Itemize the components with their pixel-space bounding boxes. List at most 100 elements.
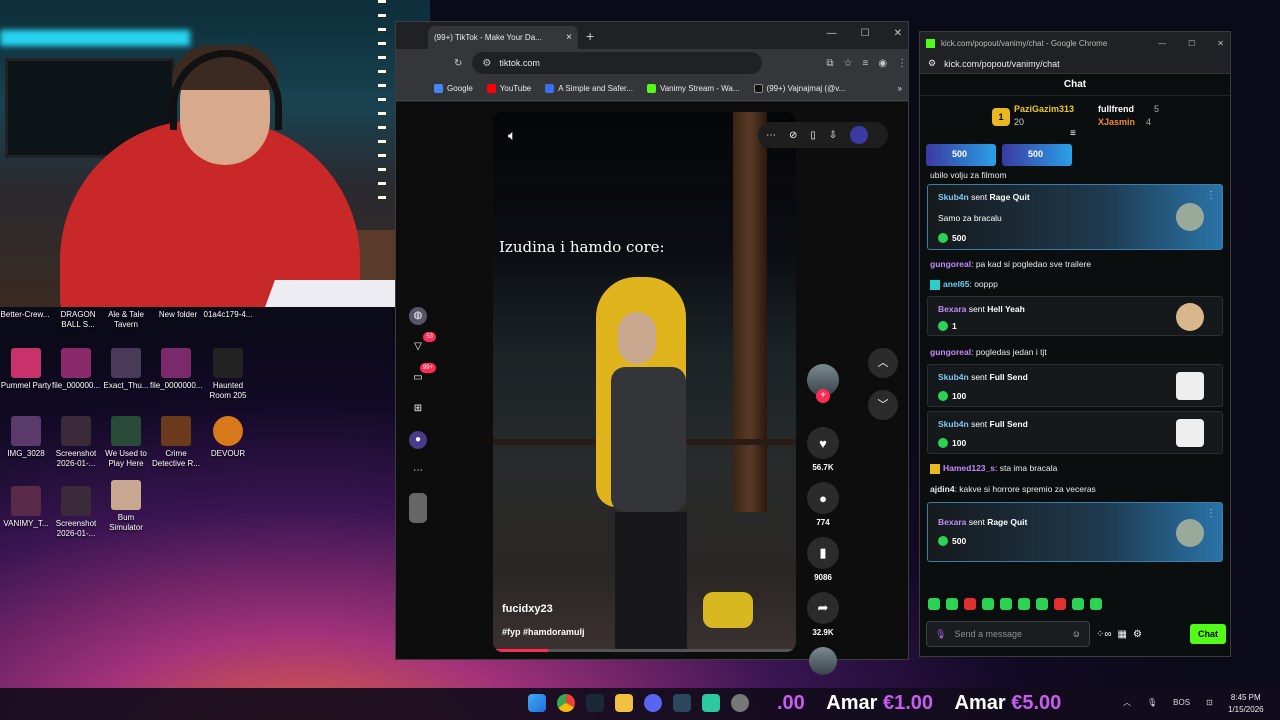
desktop-icon[interactable]: Screenshot 2026-01-...	[50, 416, 102, 469]
emote-icon[interactable]	[1000, 598, 1012, 610]
more-icon[interactable]: ⋯	[409, 462, 427, 480]
maximize-icon[interactable]: ☐	[861, 28, 870, 39]
emote-icon[interactable]	[964, 598, 976, 610]
emote-icon[interactable]	[1054, 598, 1066, 610]
following-avatars[interactable]	[409, 493, 427, 523]
language-indicator[interactable]: BOS	[1173, 698, 1190, 707]
volume-icon[interactable]: 🔈︎	[508, 127, 516, 144]
prev-video-icon[interactable]: ︿	[868, 348, 898, 378]
chat-input[interactable]: 🎙︎ Send a message ☺	[926, 621, 1090, 647]
bookmark-google[interactable]: Google	[434, 84, 473, 93]
mic-icon[interactable]: 🎙︎	[1147, 698, 1157, 707]
comment-icon[interactable]: ●	[807, 482, 839, 514]
more-options-icon[interactable]: ⋮	[1206, 190, 1216, 201]
store-icon[interactable]: ▦	[1118, 629, 1127, 640]
kick-address-bar[interactable]: ⚙ kick.com/popout/vanimy/chat	[920, 54, 1230, 74]
share-icon[interactable]: ➦	[807, 592, 839, 624]
creator-avatar[interactable]	[850, 126, 869, 144]
emote-icon[interactable]	[1018, 598, 1030, 610]
gift-card[interactable]: Bexara sent Hell Yeah 1	[927, 296, 1223, 336]
desktop-icon[interactable]: file_000000...	[50, 348, 102, 391]
emote-icon[interactable]	[1036, 598, 1048, 610]
desktop-icon[interactable]: Bum Simulator	[100, 480, 152, 533]
bookmark-vanimy[interactable]: Vanimy Stream - Wa...	[646, 84, 740, 93]
desktop-icon[interactable]: New folder	[152, 310, 204, 320]
follow-icon[interactable]: +	[816, 389, 830, 403]
discord-icon[interactable]	[644, 694, 662, 712]
emote-icon[interactable]	[928, 598, 940, 610]
leader-second-name[interactable]: fullfrend	[1098, 104, 1134, 114]
gift-card[interactable]: Skub4n sent Full Send 100	[927, 411, 1223, 454]
desktop-icon[interactable]: Crime Detective R...	[150, 416, 202, 469]
leader-first-name[interactable]: PaziGazim313	[1014, 104, 1074, 114]
new-tab-icon[interactable]: +	[586, 28, 594, 44]
desktop-icon[interactable]: 01a4c179-4...	[202, 310, 254, 320]
settings-icon[interactable]: ⚙	[1133, 629, 1142, 640]
gift-card[interactable]: Skub4n sent Rage Quit Samo za bracalu 50…	[927, 184, 1223, 250]
desktop-icon[interactable]: file_0000000...	[150, 348, 203, 391]
settings-icon[interactable]	[731, 694, 749, 712]
bookmark-simple[interactable]: A Simple and Safer...	[545, 84, 633, 93]
close-window-icon[interactable]: ✕	[1217, 39, 1224, 48]
minimize-icon[interactable]: —	[1158, 39, 1166, 48]
media-icon[interactable]: ≡	[863, 58, 869, 69]
steam-icon[interactable]	[673, 694, 691, 712]
emote-icon[interactable]	[1090, 598, 1102, 610]
activity-icon[interactable]: ▽ 53	[409, 332, 436, 356]
desktop-icon[interactable]: Haunted Room 205	[202, 348, 254, 401]
desktop-icon[interactable]: DRAGON BALL S...	[52, 310, 104, 330]
emote-icon[interactable]	[982, 598, 994, 610]
video-player[interactable]: Izudina i hamdo core: fucidxy23 #fyp #ha…	[493, 112, 796, 652]
leader-third-name[interactable]: XJasmin	[1098, 117, 1135, 127]
mic-icon[interactable]: 🎙︎	[935, 629, 946, 640]
friends-icon[interactable]: ◍	[409, 307, 427, 325]
file-explorer-icon[interactable]	[615, 694, 633, 712]
desktop-icon[interactable]: We Used to Play Here	[100, 416, 152, 469]
music-avatar[interactable]	[809, 647, 837, 675]
more-options-icon[interactable]: ⋯	[766, 130, 776, 141]
more-bookmarks-icon[interactable]: »	[898, 84, 902, 93]
gift-card[interactable]: Skub4n sent Full Send 100	[927, 364, 1223, 407]
download-icon[interactable]: ⇩	[829, 130, 837, 141]
bookmark-tiktok[interactable]: (99+) Vajnajmaj (@v...	[753, 84, 845, 93]
desktop-icon[interactable]: Screenshot 2026-01-...	[50, 486, 102, 539]
close-window-icon[interactable]: ✕	[894, 28, 902, 39]
bookmark-icon[interactable]: ▮	[807, 537, 839, 569]
bookmark-star-icon[interactable]: ☆	[844, 58, 853, 69]
desktop-icon[interactable]: Better-Crew...	[0, 310, 50, 320]
emoji-icon[interactable]: ☺	[1072, 629, 1081, 639]
gift-card[interactable]: Bexara sent Rage Quit 500 ⋮	[927, 502, 1223, 562]
app-icon[interactable]	[702, 694, 720, 712]
install-icon[interactable]: ⧉	[826, 58, 833, 69]
video-author[interactable]: fucidxy23	[502, 603, 553, 615]
minimize-icon[interactable]: —	[827, 28, 837, 39]
maximize-icon[interactable]: ☐	[1188, 39, 1195, 48]
video-progress[interactable]	[493, 649, 796, 652]
video-hashtags[interactable]: #fyp #hamdoramulj	[502, 627, 585, 637]
chrome-icon[interactable]	[557, 694, 575, 712]
reload-icon[interactable]: ↻	[454, 58, 462, 69]
upload-icon[interactable]: ⊞	[409, 400, 427, 418]
emote-icon[interactable]	[1072, 598, 1084, 610]
steam-icon[interactable]	[586, 694, 604, 712]
inbox-icon[interactable]: ▭ 99+	[409, 363, 436, 387]
network-icon[interactable]: ⊡	[1206, 698, 1213, 707]
desktop-icon[interactable]: VANIMY_T...	[0, 486, 52, 529]
menu-icon[interactable]: ⋮	[897, 58, 907, 69]
desktop-icon[interactable]: Exact_Thu...	[100, 348, 152, 391]
profile-avatar-icon[interactable]: ●	[409, 431, 427, 449]
tab-tiktok[interactable]: (99+) TikTok - Make Your Da... ×	[428, 26, 578, 49]
start-icon[interactable]	[528, 694, 546, 712]
bookmark-youtube[interactable]: YouTube	[486, 84, 531, 93]
pinned-gift-2[interactable]: 500	[1002, 144, 1072, 166]
clock[interactable]: 8:45 PM 1/15/2026	[1228, 692, 1264, 716]
profile-icon[interactable]: ◉	[878, 58, 887, 69]
next-video-icon[interactable]: ﹀	[868, 390, 898, 420]
pinned-gift-1[interactable]: 500	[926, 144, 996, 166]
desktop-icon[interactable]: Pummel Party	[0, 348, 52, 391]
points-icon[interactable]: ⁘∞	[1096, 629, 1112, 640]
tray-chevron-icon[interactable]: ︿	[1123, 697, 1131, 708]
desktop-icon[interactable]: Ale & Tale Tavern	[100, 310, 152, 330]
desktop-icon[interactable]: IMG_3028	[0, 416, 52, 459]
close-tab-icon[interactable]: ×	[566, 32, 572, 43]
